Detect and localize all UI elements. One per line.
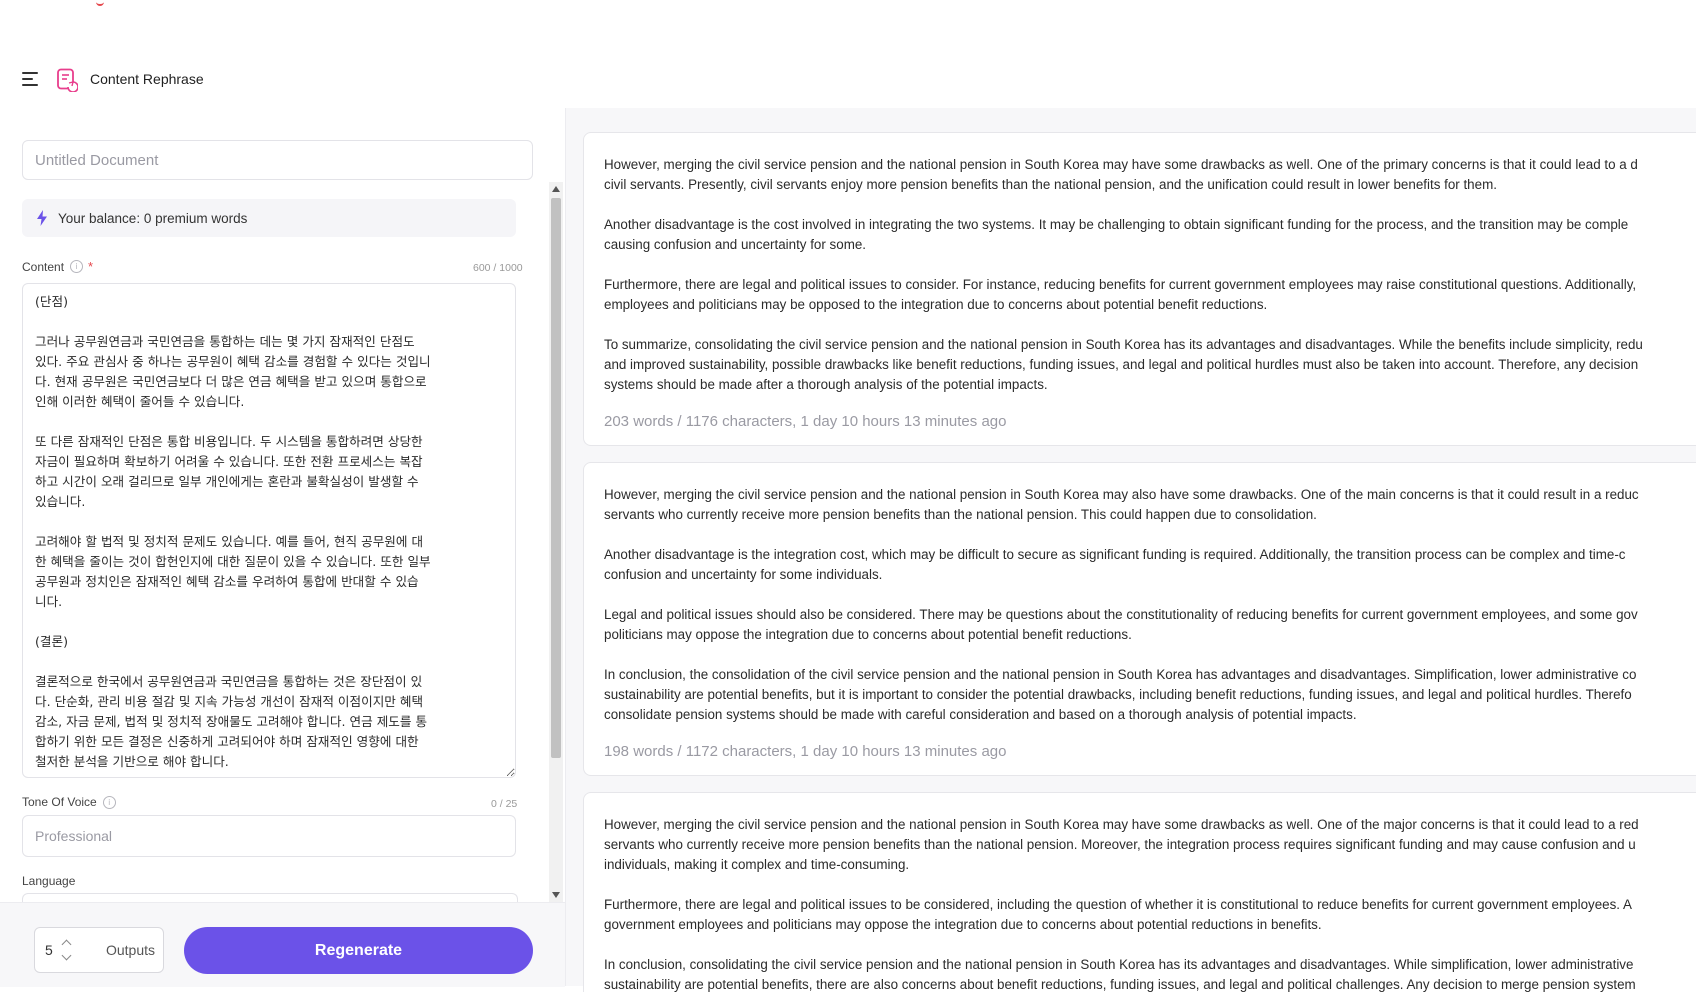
result-paragraph: Furthermore, there are legal and politic… (604, 277, 1637, 312)
content-label-row: Content i * (22, 259, 93, 274)
result-paragraph: In conclusion, consolidating the civil s… (604, 957, 1636, 992)
scroll-up-arrow-icon[interactable] (552, 186, 560, 192)
outputs-label: Outputs (105, 942, 155, 958)
chevron-up-icon[interactable] (61, 939, 72, 950)
scroll-down-arrow-icon[interactable] (552, 892, 560, 898)
tone-label-row: Tone Of Voice i (22, 795, 116, 809)
result-paragraph: Another disadvantage is the cost involve… (604, 217, 1629, 252)
tone-char-counter: 0 / 25 (491, 798, 518, 810)
result-meta: 203 words / 1176 characters, 1 day 10 ho… (604, 413, 1007, 430)
tone-label: Tone Of Voice (22, 795, 97, 809)
lightning-icon (37, 210, 47, 226)
chevron-down-icon[interactable] (61, 950, 72, 961)
required-marker: * (88, 259, 94, 274)
result-paragraph: In conclusion, the consolidation of the … (604, 667, 1637, 722)
app-title: Content Rephrase (90, 71, 204, 87)
tone-of-voice-input[interactable] (22, 815, 516, 857)
result-card[interactable]: However, merging the civil service pensi… (583, 792, 1696, 992)
content-char-counter: 600 / 1000 (473, 262, 523, 274)
result-paragraph: Furthermore, there are legal and politic… (604, 897, 1632, 932)
info-icon[interactable]: i (102, 795, 116, 809)
outputs-stepper[interactable]: 5 Outputs (34, 927, 164, 973)
balance-text: Your balance: 0 premium words (58, 210, 248, 226)
info-icon[interactable]: i (70, 260, 84, 273)
result-paragraph: However, merging the civil service pensi… (604, 157, 1638, 192)
result-meta: 198 words / 1172 characters, 1 day 10 ho… (604, 743, 1007, 760)
scroll-thumb[interactable] (551, 198, 561, 758)
result-paragraph: However, merging the civil service pensi… (604, 487, 1639, 522)
result-paragraph: Legal and political issues should also b… (604, 607, 1638, 642)
app-header (0, 60, 1696, 109)
result-paragraph: Another disadvantage is the integration … (604, 547, 1626, 582)
regenerate-button[interactable]: Regenerate (184, 927, 533, 974)
content-label: Content (22, 259, 65, 274)
result-card[interactable]: However, merging the civil service pensi… (583, 132, 1696, 446)
result-paragraph: To summarize, consolidating the civil se… (604, 337, 1643, 392)
top-accent-mark (96, 0, 104, 6)
top-strip (0, 0, 1696, 60)
left-scrollbar[interactable] (549, 182, 563, 902)
result-card[interactable]: However, merging the civil service pensi… (583, 462, 1696, 776)
balance-banner: Your balance: 0 premium words (22, 199, 516, 237)
content-textarea[interactable]: (단점) 그러나 공무원연금과 국민연금을 통합하는 데는 몇 가지 잠재적인 … (22, 283, 516, 778)
stepper-arrows[interactable] (61, 938, 73, 962)
rephrase-icon (57, 68, 78, 92)
language-label: Language (22, 874, 76, 888)
result-paragraph: However, merging the civil service pensi… (604, 817, 1639, 872)
menu-icon[interactable] (22, 72, 38, 86)
outputs-value[interactable]: 5 (45, 942, 57, 958)
document-title-input[interactable] (22, 140, 533, 180)
